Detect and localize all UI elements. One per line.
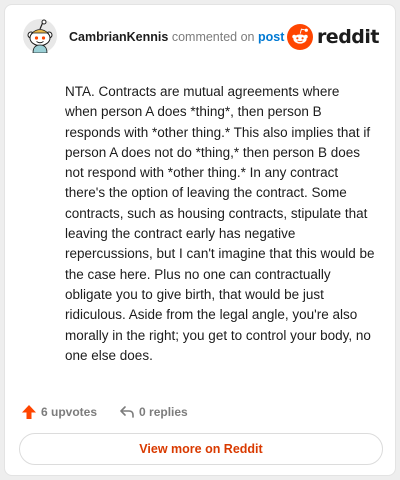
upvote-arrow-icon <box>22 405 36 419</box>
comment-actions: 6 upvotes 0 replies <box>21 402 188 422</box>
reply-button[interactable]: 0 replies <box>119 404 188 420</box>
comment-body: NTA. Contracts are mutual agreements whe… <box>65 84 375 363</box>
comment-byline: CambrianKennis commented on post <box>69 30 284 44</box>
reddit-wordmark: reddit <box>316 26 380 48</box>
upvote-button[interactable]: 6 upvotes <box>21 404 97 420</box>
byline-verb: commented on <box>171 30 255 44</box>
upvote-count: 6 upvotes <box>41 405 98 419</box>
reddit-brand[interactable]: reddit <box>286 23 380 51</box>
comment-header: CambrianKennis commented on post reddit <box>19 17 381 57</box>
reddit-comment-embed-card: CambrianKennis commented on post reddit … <box>4 4 396 476</box>
view-more-on-reddit-button[interactable]: View more on Reddit <box>19 433 383 465</box>
reply-count: 0 replies <box>139 405 188 419</box>
avatar[interactable] <box>23 19 57 53</box>
username-link[interactable]: CambrianKennis <box>69 30 168 44</box>
reply-arrow-icon <box>120 406 134 418</box>
reddit-logo-icon <box>286 24 313 50</box>
post-link[interactable]: post <box>258 30 284 44</box>
